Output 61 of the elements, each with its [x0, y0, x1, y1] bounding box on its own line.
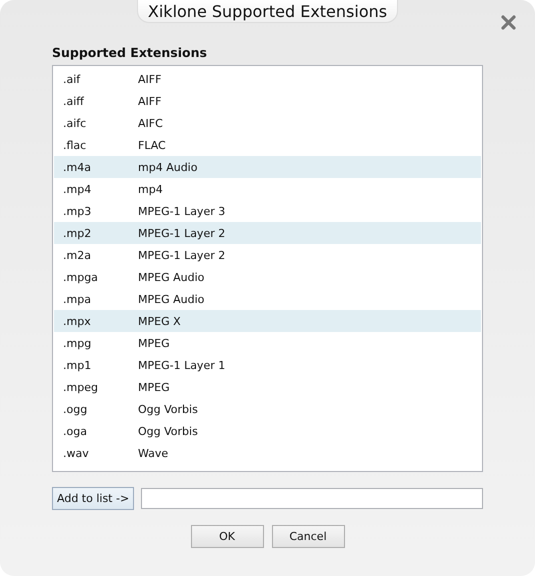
- extension-text: .wav: [62, 446, 90, 460]
- list-row[interactable]: .wav Wave: [54, 442, 481, 464]
- list-row[interactable]: .m2a MPEG-1 Layer 2: [54, 244, 481, 266]
- list-label: Supported Extensions: [52, 45, 208, 60]
- format-text: MPEG-1 Layer 2: [138, 248, 226, 262]
- format-text: MPEG X: [138, 314, 181, 328]
- list-row[interactable]: .flac FLAC: [54, 134, 481, 156]
- format-text: MPEG: [138, 336, 170, 350]
- extension-text: .mpga: [62, 270, 99, 284]
- list-row[interactable]: .mpx MPEG X: [54, 310, 481, 332]
- add-to-list-button[interactable]: Add to list ->: [52, 487, 134, 510]
- ok-button[interactable]: OK: [190, 525, 264, 548]
- window-title: Xiklone Supported Extensions: [137, 0, 398, 23]
- format-text: MPEG-1 Layer 2: [138, 226, 226, 240]
- format-text: MPEG Audio: [138, 292, 204, 306]
- list-row[interactable]: .m4a mp4 Audio: [54, 156, 481, 178]
- format-text: MPEG: [138, 380, 170, 394]
- list-row[interactable]: .ogg Ogg Vorbis: [54, 398, 481, 420]
- extension-text: .mpg: [62, 336, 92, 350]
- extension-text: .m4a: [62, 160, 92, 174]
- list-row[interactable]: .aifc AIFC: [54, 112, 481, 134]
- format-text: Wave: [138, 446, 168, 460]
- extension-text: .flac: [62, 138, 88, 152]
- extension-text: .mpa: [62, 292, 92, 306]
- extension-text: .mp3: [62, 204, 92, 218]
- format-text: mp4: [138, 182, 163, 196]
- format-text: Ogg Vorbis: [138, 424, 198, 438]
- list-row[interactable]: .mpeg MPEG: [54, 376, 481, 398]
- extension-text: .mpeg: [62, 380, 99, 394]
- format-text: MPEG Audio: [138, 270, 204, 284]
- format-text: MPEG-1 Layer 3: [138, 204, 226, 218]
- format-text: Ogg Vorbis: [138, 402, 198, 416]
- extension-text: .ogg: [62, 402, 88, 416]
- list-row[interactable]: .mpg MPEG: [54, 332, 481, 354]
- list-row[interactable]: .mpa MPEG Audio: [54, 288, 481, 310]
- list-row[interactable]: .mp3 MPEG-1 Layer 3: [54, 200, 481, 222]
- format-text: FLAC: [138, 138, 166, 152]
- list-row[interactable]: .aiff AIFF: [54, 90, 481, 112]
- extension-text: .oga: [62, 424, 88, 438]
- extension-text: .m2a: [62, 248, 92, 262]
- format-text: mp4 Audio: [138, 160, 198, 174]
- list-row[interactable]: .mp4 mp4: [54, 178, 481, 200]
- extension-text: .mp2: [62, 226, 92, 240]
- extension-input-field[interactable]: [141, 488, 483, 509]
- cancel-button[interactable]: Cancel: [272, 525, 344, 548]
- list-row[interactable]: .mp2 MPEG-1 Layer 2: [54, 222, 481, 244]
- list-row[interactable]: .aif AIFF: [54, 68, 481, 90]
- extension-text: .mp4: [62, 182, 92, 196]
- format-text: AIFF: [138, 94, 162, 108]
- extension-text: .aifc: [62, 116, 88, 130]
- list-row[interactable]: .mpga MPEG Audio: [54, 266, 481, 288]
- list-row[interactable]: .mp1 MPEG-1 Layer 1: [54, 354, 481, 376]
- extension-text: .aiff: [62, 94, 85, 108]
- extension-text: .mpx: [62, 314, 92, 328]
- extension-text: .aif: [62, 72, 82, 86]
- close-icon[interactable]: [501, 15, 516, 30]
- list-row[interactable]: .oga Ogg Vorbis: [54, 420, 481, 442]
- extension-text: .mp1: [62, 358, 92, 372]
- format-text: MPEG-1 Layer 1: [138, 358, 226, 372]
- format-text: AIFC: [138, 116, 163, 130]
- format-text: AIFF: [138, 72, 162, 86]
